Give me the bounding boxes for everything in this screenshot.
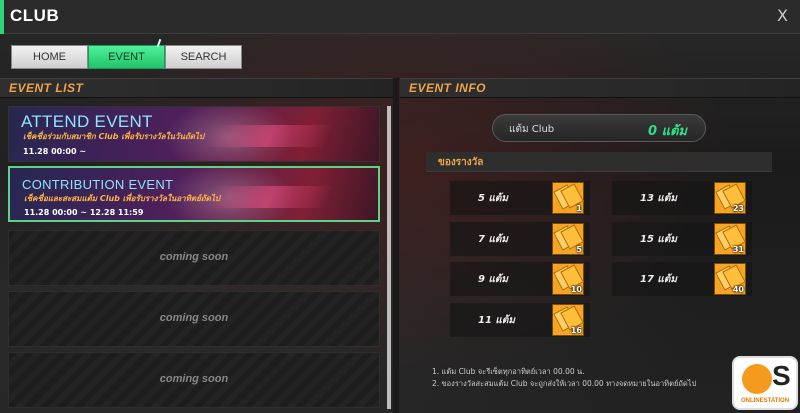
reward-threshold: 11 แต้ม <box>478 315 515 326</box>
coming-soon-label: coming soon <box>159 251 229 263</box>
club-points-value: 0 แต้ม <box>648 124 687 139</box>
ticket-icon[interactable]: 10 <box>552 263 584 295</box>
ticket-icon[interactable]: 23 <box>714 182 746 214</box>
coming-soon-label: coming soon <box>159 312 229 324</box>
tab-event[interactable]: EVENT <box>88 45 165 69</box>
reward-tier: 7 แต้ม 5 <box>450 222 590 256</box>
event-slot-coming-soon: coming soon <box>8 230 380 286</box>
tab-home[interactable]: HOME <box>11 45 88 69</box>
rewards-header: ของรางวัล <box>426 152 772 172</box>
onlinestation-logo: S ONLINESTATION <box>732 356 798 410</box>
event-dates: 11.28 00:00 ~ <box>23 147 87 156</box>
reward-tier: 17 แต้ม 40 <box>612 262 752 296</box>
reward-tier: 5 แต้ม 1 <box>450 181 590 215</box>
event-list-title: EVENT LIST <box>9 81 84 95</box>
coming-soon-label: coming soon <box>159 373 229 385</box>
logo-text: ONLINESTATION <box>740 398 790 404</box>
event-list-header: EVENT LIST <box>0 78 393 98</box>
reward-threshold: 13 แต้ม <box>640 193 677 204</box>
event-name: CONTRIBUTION EVENT <box>22 177 174 192</box>
reward-threshold: 5 แต้ม <box>478 193 508 204</box>
reward-tier: 13 แต้ม 23 <box>612 181 752 215</box>
event-list-scrollbar[interactable] <box>387 106 391 409</box>
logo-mark-icon <box>742 364 772 394</box>
ticket-icon[interactable]: 5 <box>552 223 584 255</box>
event-item-attend[interactable]: ATTEND EVENT เช็คชื่อร่วมกับสมาชิก Club … <box>8 106 380 162</box>
title-bar: CLUB X <box>0 0 800 34</box>
reward-quantity: 31 <box>732 245 744 254</box>
rewards-title: ของรางวัล <box>438 157 484 168</box>
close-button[interactable]: X <box>777 6 788 25</box>
tab-search[interactable]: SEARCH <box>165 45 242 69</box>
event-list: ATTEND EVENT เช็คชื่อร่วมกับสมาชิก Club … <box>8 106 382 413</box>
club-points-display: แต้ม Club 0 แต้ม <box>492 114 706 142</box>
ticket-icon[interactable]: 1 <box>552 182 584 214</box>
event-description: เช็คชื่อและสะสมแต้ม Club เพื่อรับรางวัลใ… <box>24 194 220 203</box>
event-info-header: EVENT INFO <box>400 78 800 98</box>
window-title: CLUB <box>10 6 60 25</box>
ticket-icon[interactable]: 40 <box>714 263 746 295</box>
ticket-icon[interactable]: 16 <box>552 304 584 336</box>
reward-tier: 9 แต้ม 10 <box>450 262 590 296</box>
reward-tier: 15 แต้ม 31 <box>612 222 752 256</box>
event-slot-coming-soon: coming soon <box>8 352 380 408</box>
event-info-title: EVENT INFO <box>409 81 487 95</box>
tab-bar: HOME EVENT SEARCH <box>11 45 242 69</box>
event-slot-coming-soon: coming soon <box>8 291 380 347</box>
reward-tier: 11 แต้ม 16 <box>450 303 590 337</box>
ticket-icon[interactable]: 31 <box>714 223 746 255</box>
reward-threshold: 15 แต้ม <box>640 234 677 245</box>
event-name: ATTEND EVENT <box>21 112 153 131</box>
reward-threshold: 17 แต้ม <box>640 274 677 285</box>
event-dates: 11.28 00:00 ~ 12.28 11:59 <box>24 208 144 217</box>
reward-quantity: 16 <box>570 326 582 335</box>
note-line: 1. แต้ม Club จะรีเซ็ตทุกอาทิตย์เวลา 00.0… <box>432 367 585 376</box>
panel-divider <box>393 78 399 413</box>
note-line: 2. ของรางวัลสะสมแต้ม Club จะถูกส่งให้เวล… <box>432 379 697 388</box>
reward-quantity: 1 <box>576 204 582 213</box>
reward-quantity: 40 <box>732 285 744 294</box>
reward-quantity: 5 <box>576 245 582 254</box>
reward-quantity: 23 <box>732 204 744 213</box>
reward-threshold: 9 แต้ม <box>478 274 508 285</box>
club-points-label: แต้ม Club <box>509 124 555 135</box>
logo-letter: S <box>772 360 791 391</box>
event-notes: 1. แต้ม Club จะรีเซ็ตทุกอาทิตย์เวลา 00.0… <box>432 366 696 390</box>
event-description: เช็คชื่อร่วมกับสมาชิก Club เพื่อรับรางวั… <box>23 132 205 141</box>
event-item-contribution[interactable]: CONTRIBUTION EVENT เช็คชื่อและสะสมแต้ม C… <box>8 166 380 222</box>
reward-threshold: 7 แต้ม <box>478 234 508 245</box>
reward-quantity: 10 <box>570 285 582 294</box>
title-accent <box>0 0 4 34</box>
